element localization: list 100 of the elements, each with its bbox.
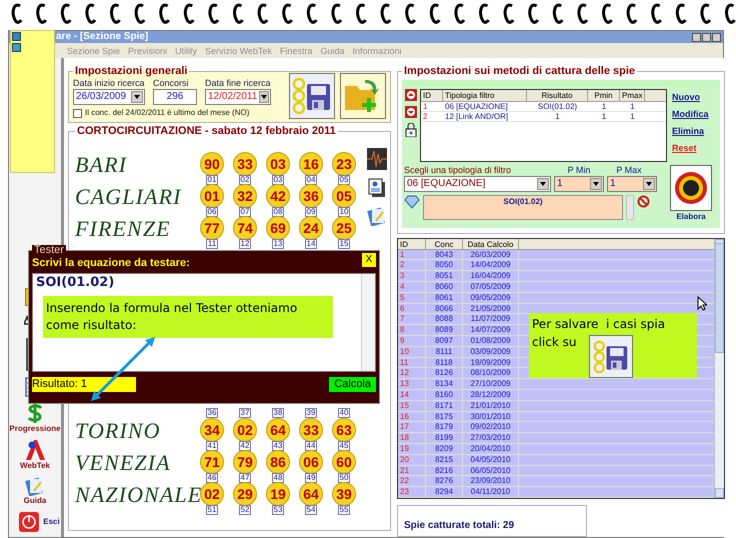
table-cell: 16 — [398, 412, 426, 422]
callout-text: come risultato: — [46, 317, 138, 334]
action-link[interactable]: Modifica — [672, 108, 709, 120]
table-cell: 09/05/2009 — [463, 292, 519, 303]
start-date-dropdown[interactable]: 26/03/2009 — [73, 89, 145, 105]
end-date-dropdown[interactable]: 12/02/2011 — [205, 89, 271, 105]
close-button[interactable]: X — [362, 253, 376, 267]
elabora-button[interactable] — [670, 165, 712, 211]
pages-icon[interactable] — [368, 178, 386, 198]
wheel-name: NAZIONALE — [75, 482, 200, 508]
panel-title: Impostazioni generali — [74, 66, 188, 77]
wheel-name: VENEZIA — [75, 450, 172, 476]
index-tag: 51 — [206, 505, 218, 515]
column-header: ID — [421, 90, 443, 101]
dollar-icon — [26, 402, 44, 424]
table-cell: 8097 — [426, 336, 463, 346]
table-cell: 22 — [398, 476, 426, 486]
table-cell: 8209 — [426, 444, 463, 454]
table-cell: 20 — [398, 454, 426, 465]
table-cell: 8061 — [426, 292, 463, 303]
index-tag: 11 — [206, 239, 218, 249]
table-cell: 27/03/2010 — [463, 433, 519, 444]
table-cell-text: 1 — [554, 112, 561, 122]
minimize-button[interactable] — [692, 32, 701, 42]
table-cell: 8126 — [426, 368, 463, 378]
move-down-icon[interactable] — [405, 106, 417, 118]
lock-icon[interactable] — [405, 123, 417, 137]
index-tag: 54 — [304, 505, 318, 515]
diamond-icon — [404, 195, 420, 209]
window-title: are - [Sezione Spie] — [56, 31, 150, 43]
table-cell: 30/01/2010 — [463, 412, 519, 422]
table-cell: 21 — [398, 466, 426, 476]
index-tag: 05 — [338, 175, 350, 185]
table-cell: 8134 — [426, 379, 463, 390]
table-cell: 8294 — [426, 487, 463, 498]
table-cell-text: 12 [Link AND/OR] — [444, 112, 510, 122]
table-cell: 18 — [398, 433, 426, 444]
expression-box[interactable]: SOI(01.02) — [423, 195, 623, 220]
index-tag: 55 — [338, 505, 350, 515]
table-cell: 8043 — [426, 250, 463, 260]
checkbox[interactable] — [73, 108, 82, 118]
table-cell: 8118 — [426, 358, 463, 368]
table-cell: 1 — [398, 250, 426, 260]
index-tag: 02 — [238, 175, 252, 185]
pmax-dropdown[interactable]: 1 — [607, 176, 657, 192]
index-tag: 52 — [238, 505, 252, 515]
table-cell: 6 — [398, 304, 426, 314]
notebook-icon — [367, 206, 387, 226]
filter-type-dropdown[interactable]: 06 [EQUAZIONE] — [404, 176, 551, 192]
prompt-label: Scrivi la equazione da testare: — [32, 257, 190, 269]
no-entry-icon[interactable] — [637, 195, 650, 208]
sidebar-label[interactable]: WebTek — [20, 461, 50, 471]
column-header: Data Calcolo — [463, 238, 519, 250]
table-cell: 16/04/2009 — [463, 271, 519, 282]
checkbox-label: Il conc. del 24/02/2011 è ultimo del mese (NO) — [85, 107, 250, 119]
table-cell: 21/05/2009 — [463, 304, 519, 314]
table-cell: 8216 — [426, 466, 463, 476]
wheel-name: FIRENZE — [75, 216, 172, 242]
power-icon — [18, 511, 40, 533]
callout-text: Inserendo la formula nel Tester otteniamo — [46, 300, 298, 317]
table-cell: 8175 — [426, 412, 463, 422]
action-link[interactable]: Reset — [672, 142, 709, 154]
table-cell: 7 — [398, 314, 426, 324]
calculate-button[interactable]: Calcola — [329, 377, 376, 392]
table-cell: 8215 — [426, 454, 463, 465]
sidebar-label[interactable]: Esci — [43, 517, 60, 527]
panel-title: Impostazioni sui metodi di cattura delle spie — [403, 66, 636, 77]
table-cell: 8111 — [426, 346, 463, 357]
open-folder-button[interactable] — [340, 73, 386, 119]
table-cell-text: 1 — [629, 102, 636, 112]
waveform-icon[interactable] — [367, 148, 387, 170]
sidebar-label[interactable]: Guida — [24, 496, 46, 506]
table-cell: 5 — [398, 292, 426, 303]
column-header: Risultato — [527, 90, 588, 101]
arrow-drawing — [90, 336, 156, 402]
close-button[interactable] — [712, 32, 721, 42]
letter-a-logo-icon — [24, 439, 46, 461]
mouse-cursor-icon — [697, 296, 707, 311]
table-cell: 19 — [398, 444, 426, 454]
index-tag: 48 — [272, 473, 284, 483]
draws-input[interactable]: 296 — [153, 89, 197, 105]
index-tag: 44 — [304, 441, 318, 451]
maximize-button[interactable] — [702, 32, 711, 42]
table-cell: 23 — [398, 487, 426, 498]
field-label: Scegli una tipologia di filtro — [404, 165, 512, 176]
equation-input[interactable]: SOI(01.02) Inserendo la formula nel Tester otteniamo come risultato: — [32, 273, 376, 372]
dialog-title: Tester — [32, 245, 66, 256]
table-cell: 15 — [398, 400, 426, 411]
column-header: Pmin — [588, 90, 620, 101]
table-cell: 10 — [398, 346, 426, 357]
save-button[interactable] — [289, 73, 335, 119]
action-link[interactable]: Nuovo — [672, 91, 709, 103]
sidebar-label[interactable]: Progressione — [9, 424, 61, 434]
table-cell: 14/04/2009 — [463, 260, 519, 270]
move-up-icon[interactable] — [405, 89, 417, 101]
table-cell: 8276 — [426, 476, 463, 486]
table-cell: 23/09/2010 — [463, 476, 519, 486]
action-link[interactable]: Elimina — [672, 125, 709, 137]
table-cell-text: 1 — [422, 102, 428, 112]
pmin-dropdown[interactable]: 1 — [554, 176, 604, 192]
